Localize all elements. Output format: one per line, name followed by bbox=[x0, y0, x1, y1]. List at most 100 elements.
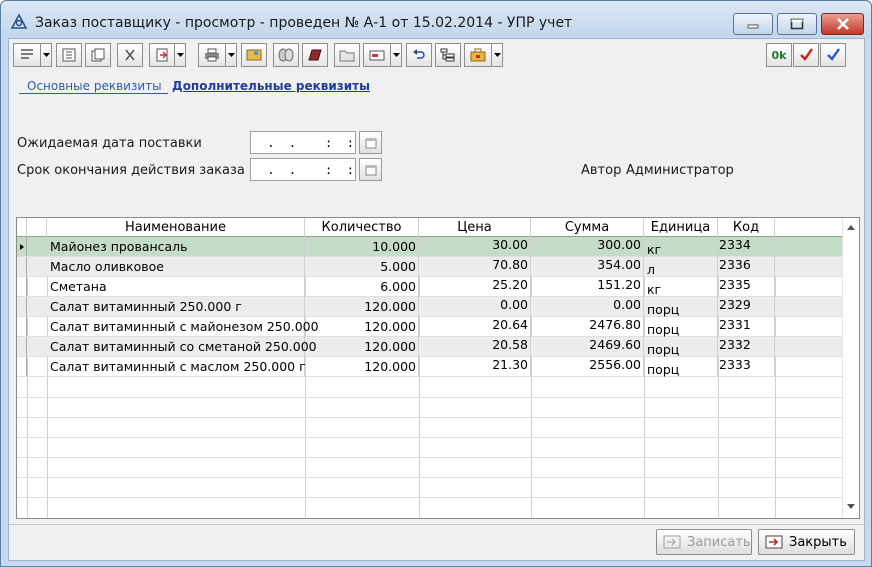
close-button[interactable]: Закрыть bbox=[758, 529, 855, 555]
message-button[interactable] bbox=[363, 43, 391, 67]
row-marker bbox=[17, 317, 27, 336]
ok-button[interactable]: 0k bbox=[766, 43, 792, 67]
expected-date-calendar-button[interactable] bbox=[359, 131, 382, 154]
column-code[interactable]: Код bbox=[718, 218, 775, 237]
print-preview-button[interactable] bbox=[241, 43, 267, 67]
grid-line bbox=[17, 397, 843, 398]
tab-basic-requisites[interactable]: Основные реквизиты bbox=[19, 79, 168, 94]
tab-additional-requisites[interactable]: Дополнительные реквизиты bbox=[172, 79, 370, 93]
book-button[interactable] bbox=[302, 43, 328, 67]
column-price[interactable]: Цена bbox=[419, 218, 531, 237]
cell-code: 2332 bbox=[718, 337, 775, 357]
actions-dropdown[interactable] bbox=[41, 43, 52, 67]
cell-price: 20.64 bbox=[419, 317, 531, 337]
chevron-down-icon bbox=[227, 53, 235, 57]
briefcase-dropdown[interactable] bbox=[492, 43, 503, 67]
app-icon bbox=[10, 13, 28, 29]
row-pointer-icon bbox=[20, 244, 24, 250]
chevron-down-icon bbox=[392, 53, 400, 57]
row-marker bbox=[17, 277, 27, 296]
save-button[interactable]: Записать bbox=[656, 529, 752, 555]
chevron-down-icon bbox=[42, 53, 50, 57]
cell-name: Салат витаминный со сметаной 250.000 bbox=[50, 337, 317, 357]
expiry-date-field[interactable]: . . : : bbox=[250, 158, 356, 181]
title-bar[interactable]: Заказ поставщику - просмотр - проведен №… bbox=[1, 1, 871, 37]
column-name[interactable]: Наименование bbox=[47, 218, 305, 237]
cell-unit: кг bbox=[644, 277, 718, 297]
cell-unit: л bbox=[644, 257, 718, 277]
form-body: 0k Основные реквизиты Дополнительные рек… bbox=[8, 38, 866, 561]
document-list-button[interactable] bbox=[56, 43, 82, 67]
cell-name: Масло оливковое bbox=[50, 257, 305, 277]
create-based-on-button[interactable] bbox=[149, 43, 175, 67]
list-menu-icon bbox=[21, 49, 33, 59]
briefcase-button[interactable] bbox=[464, 43, 492, 67]
cell-quantity: 120.000 bbox=[305, 357, 419, 377]
table-scrollbar[interactable] bbox=[842, 218, 859, 518]
undo-button[interactable] bbox=[406, 43, 432, 67]
cell-quantity: 120.000 bbox=[305, 317, 419, 337]
maximize-button[interactable] bbox=[777, 13, 817, 35]
cell-name: Салат витаминный с маслом 250.000 г bbox=[50, 357, 306, 377]
save-post-button[interactable] bbox=[820, 43, 846, 67]
save-icon bbox=[663, 535, 681, 549]
cell-quantity: 120.000 bbox=[305, 297, 419, 317]
table-row[interactable]: Сметана 6.000 25.20 151.20 кг 2335 bbox=[17, 277, 843, 297]
post-button[interactable] bbox=[793, 43, 819, 67]
row-marker bbox=[17, 357, 27, 376]
scroll-up-icon[interactable] bbox=[847, 225, 855, 230]
cell-quantity: 120.000 bbox=[305, 337, 419, 357]
grid-line bbox=[17, 457, 843, 458]
ok-label: 0k bbox=[771, 48, 787, 62]
actions-button[interactable] bbox=[13, 43, 41, 67]
column-quantity[interactable]: Количество bbox=[305, 218, 419, 237]
window-title: Заказ поставщику - просмотр - проведен №… bbox=[35, 15, 573, 31]
cell-unit: кг bbox=[644, 237, 718, 257]
cell-unit: порц bbox=[644, 357, 718, 377]
movements-button[interactable] bbox=[273, 43, 299, 67]
table-row[interactable]: Салат витаминный со сметаной 250.000 120… bbox=[17, 337, 843, 357]
close-window-button[interactable] bbox=[821, 13, 864, 35]
red-checkmark-icon bbox=[800, 48, 813, 61]
row-marker bbox=[17, 297, 27, 316]
chevron-down-icon bbox=[176, 53, 184, 57]
cell-sum: 300.00 bbox=[531, 237, 644, 257]
table-row[interactable]: Майонез провансаль 10.000 30.00 300.00 к… bbox=[17, 237, 843, 257]
cell-name: Салат витаминный с майонезом 250.000 bbox=[50, 317, 319, 337]
column-unit[interactable]: Единица bbox=[644, 218, 718, 237]
structure-button[interactable] bbox=[435, 43, 461, 67]
chevron-down-icon bbox=[493, 53, 501, 57]
cell-code: 2334 bbox=[718, 237, 775, 257]
expiry-date-calendar-button[interactable] bbox=[359, 158, 382, 181]
undo-icon bbox=[413, 49, 425, 59]
copy-button[interactable] bbox=[85, 43, 111, 67]
message-dropdown[interactable] bbox=[391, 43, 402, 67]
printer-icon bbox=[205, 48, 219, 62]
cell-quantity: 5.000 bbox=[305, 257, 419, 277]
cell-unit: порц bbox=[644, 337, 718, 357]
envelope-icon bbox=[369, 50, 385, 61]
cell-name: Салат витаминный 250.000 г bbox=[50, 297, 305, 317]
delete-button[interactable] bbox=[117, 43, 143, 67]
header-marker bbox=[17, 218, 27, 237]
print-button[interactable] bbox=[198, 43, 226, 67]
open-folder-button[interactable] bbox=[334, 43, 360, 67]
table-row[interactable]: Масло оливковое 5.000 70.80 354.00 л 233… bbox=[17, 257, 843, 277]
cell-code: 2336 bbox=[718, 257, 775, 277]
row-marker bbox=[17, 337, 27, 356]
table-row[interactable]: Салат витаминный с маслом 250.000 г 120.… bbox=[17, 357, 843, 377]
cell-unit: порц bbox=[644, 297, 718, 317]
minimize-button[interactable] bbox=[733, 13, 773, 35]
print-dropdown[interactable] bbox=[226, 43, 237, 67]
scroll-down-icon[interactable] bbox=[847, 504, 855, 509]
cell-price: 25.20 bbox=[419, 277, 531, 297]
expected-date-field[interactable]: . . : : bbox=[250, 131, 356, 154]
table-row[interactable]: Салат витаминный 250.000 г 120.000 0.00 … bbox=[17, 297, 843, 317]
column-sum[interactable]: Сумма bbox=[531, 218, 644, 237]
goods-table[interactable]: Наименование Количество Цена Сумма Едини… bbox=[16, 217, 860, 519]
document-arrow-icon bbox=[156, 48, 168, 62]
create-based-on-dropdown[interactable] bbox=[175, 43, 186, 67]
table-row[interactable]: Салат витаминный с майонезом 250.000 120… bbox=[17, 317, 843, 337]
row-marker bbox=[17, 257, 27, 276]
cell-sum: 2476.80 bbox=[531, 317, 644, 337]
